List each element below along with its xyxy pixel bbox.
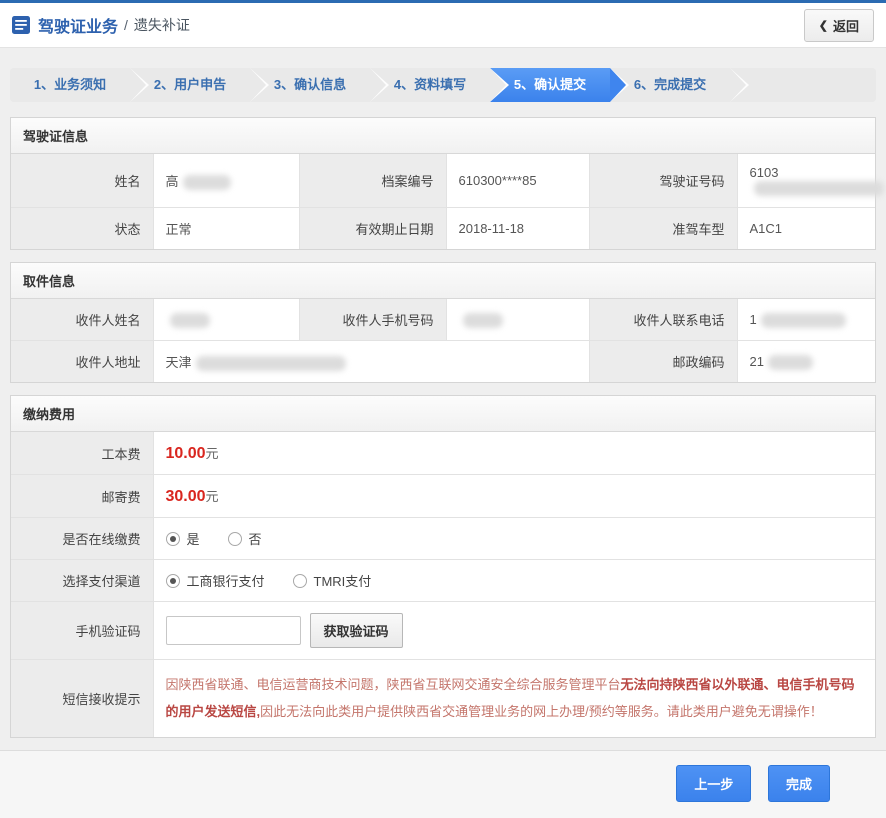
radio-selected-icon[interactable] [166, 532, 180, 546]
field-label-expiry-date: 有效期止日期 [299, 208, 446, 250]
table-row: 收件人姓名 收件人手机号码 收件人联系电话 1 [11, 299, 875, 341]
redacted-value [463, 313, 503, 328]
radio-option-icbc-pay[interactable]: 工商银行支付 [166, 571, 265, 590]
breadcrumb-separator: / [124, 17, 128, 33]
section-pickup-info: 取件信息 收件人姓名 收件人手机号码 收件人联系电话 1 收件人地址 天津 邮政… [10, 262, 876, 383]
field-value-postal-code: 21 [737, 341, 875, 383]
step-1-business-notice[interactable]: 1、业务须知 [10, 68, 130, 102]
field-value-recipient-address: 天津 [153, 341, 589, 383]
mailing-fee-amount: 30.00 [166, 488, 206, 505]
field-label-license-number: 驾驶证号码 [589, 154, 737, 208]
field-label-production-fee: 工本费 [11, 432, 153, 475]
page-header: 驾驶证业务 / 遗失补证 ❮ 返回 [0, 3, 886, 48]
table-row: 收件人地址 天津 邮政编码 21 [11, 341, 875, 383]
fees-table: 工本费 10.00元 邮寄费 30.00元 是否在线缴费 是 [11, 432, 875, 737]
radio-option-label: TMRI支付 [314, 571, 372, 590]
online-payment-radio-group: 是 否 [166, 529, 864, 548]
payment-channel-radio-group: 工商银行支付 TMRI支付 [166, 571, 864, 590]
radio-option-yes[interactable]: 是 [166, 529, 200, 548]
field-label-recipient-mobile: 收件人手机号码 [299, 299, 446, 341]
radio-unselected-icon[interactable] [293, 574, 307, 588]
field-label-vehicle-class: 准驾车型 [589, 208, 737, 250]
field-value-expiry-date: 2018-11-18 [446, 208, 589, 250]
field-value-vehicle-class: A1C1 [737, 208, 875, 250]
table-row: 工本费 10.00元 [11, 432, 875, 475]
license-info-table: 姓名 高 档案编号 610300****85 驾驶证号码 6103 状态 正常 … [11, 154, 875, 249]
field-value-mailing-fee: 30.00元 [153, 475, 875, 518]
field-value-recipient-mobile [446, 299, 589, 341]
redacted-value [170, 313, 210, 328]
field-value-status: 正常 [153, 208, 299, 250]
table-row: 选择支付渠道 工商银行支付 TMRI支付 [11, 560, 875, 602]
field-value-license-number: 6103 [737, 154, 875, 208]
production-fee-unit: 元 [206, 446, 219, 461]
field-value-sms-notice: 因陕西省联通、电信运营商技术问题，陕西省互联网交通安全综合服务管理平台无法向持陕… [153, 660, 875, 737]
field-value-production-fee: 10.00元 [153, 432, 875, 475]
field-label-sms-code: 手机验证码 [11, 602, 153, 660]
radio-option-tmri-pay[interactable]: TMRI支付 [293, 571, 372, 590]
table-row: 手机验证码 获取验证码 [11, 602, 875, 660]
table-row: 邮寄费 30.00元 [11, 475, 875, 518]
steps-bar: 1、业务须知 2、用户申告 3、确认信息 4、资料填写 5、确认提交 6、完成提… [10, 68, 876, 102]
sms-notice-text: 因陕西省联通、电信运营商技术问题，陕西省互联网交通安全综合服务管理平台无法向持陕… [166, 671, 864, 726]
field-value-sms-code: 获取验证码 [153, 602, 875, 660]
footer-action-bar: 上一步 完成 [0, 750, 886, 818]
redacted-value [754, 181, 884, 196]
field-label-recipient-name: 收件人姓名 [11, 299, 153, 341]
radio-option-label: 是 [187, 529, 200, 548]
field-value-payment-channel: 工商银行支付 TMRI支付 [153, 560, 875, 602]
back-button-label: 返回 [833, 16, 859, 35]
field-value-online-payment: 是 否 [153, 518, 875, 560]
finish-button[interactable]: 完成 [768, 765, 830, 802]
radio-option-label: 否 [249, 529, 262, 548]
section-fees-title: 缴纳费用 [11, 396, 875, 432]
field-label-mailing-fee: 邮寄费 [11, 475, 153, 518]
table-row: 姓名 高 档案编号 610300****85 驾驶证号码 6103 [11, 154, 875, 208]
field-label-postal-code: 邮政编码 [589, 341, 737, 383]
radio-option-no[interactable]: 否 [228, 529, 262, 548]
field-label-status: 状态 [11, 208, 153, 250]
radio-option-label: 工商银行支付 [187, 571, 265, 590]
field-value-recipient-name [153, 299, 299, 341]
section-license-title: 驾驶证信息 [11, 118, 875, 154]
redacted-value [768, 355, 813, 370]
steps-bar-filler [730, 68, 876, 102]
field-label-name: 姓名 [11, 154, 153, 208]
page-title: 驾驶证业务 [38, 13, 118, 37]
field-label-file-number: 档案编号 [299, 154, 446, 208]
radio-unselected-icon[interactable] [228, 532, 242, 546]
field-value-recipient-phone: 1 [737, 299, 875, 341]
table-row: 是否在线缴费 是 否 [11, 518, 875, 560]
radio-selected-icon[interactable] [166, 574, 180, 588]
breadcrumb-current: 遗失补证 [134, 15, 190, 35]
sms-code-input[interactable] [166, 616, 301, 645]
field-value-file-number: 610300****85 [446, 154, 589, 208]
section-pickup-title: 取件信息 [11, 263, 875, 299]
field-label-recipient-address: 收件人地址 [11, 341, 153, 383]
license-list-icon [12, 16, 30, 34]
section-license-info: 驾驶证信息 姓名 高 档案编号 610300****85 驾驶证号码 6103 … [10, 117, 876, 250]
redacted-value [183, 175, 231, 190]
wizard-steps: 1、业务须知 2、用户申告 3、确认信息 4、资料填写 5、确认提交 6、完成提… [0, 48, 886, 117]
field-label-payment-channel: 选择支付渠道 [11, 560, 153, 602]
redacted-value [196, 356, 346, 371]
field-value-name: 高 [153, 154, 299, 208]
pickup-info-table: 收件人姓名 收件人手机号码 收件人联系电话 1 收件人地址 天津 邮政编码 21 [11, 299, 875, 382]
redacted-value [761, 313, 846, 328]
production-fee-amount: 10.00 [166, 445, 206, 462]
table-row: 短信接收提示 因陕西省联通、电信运营商技术问题，陕西省互联网交通安全综合服务管理… [11, 660, 875, 737]
back-button[interactable]: ❮ 返回 [804, 9, 874, 42]
section-fees: 缴纳费用 工本费 10.00元 邮寄费 30.00元 是否在线缴费 是 [10, 395, 876, 738]
field-label-online-payment: 是否在线缴费 [11, 518, 153, 560]
previous-step-button[interactable]: 上一步 [676, 765, 751, 802]
back-chevron-icon: ❮ [819, 19, 828, 32]
mailing-fee-unit: 元 [206, 489, 219, 504]
table-row: 状态 正常 有效期止日期 2018-11-18 准驾车型 A1C1 [11, 208, 875, 250]
get-sms-code-button[interactable]: 获取验证码 [310, 613, 403, 648]
field-label-sms-notice: 短信接收提示 [11, 660, 153, 737]
field-label-recipient-phone: 收件人联系电话 [589, 299, 737, 341]
